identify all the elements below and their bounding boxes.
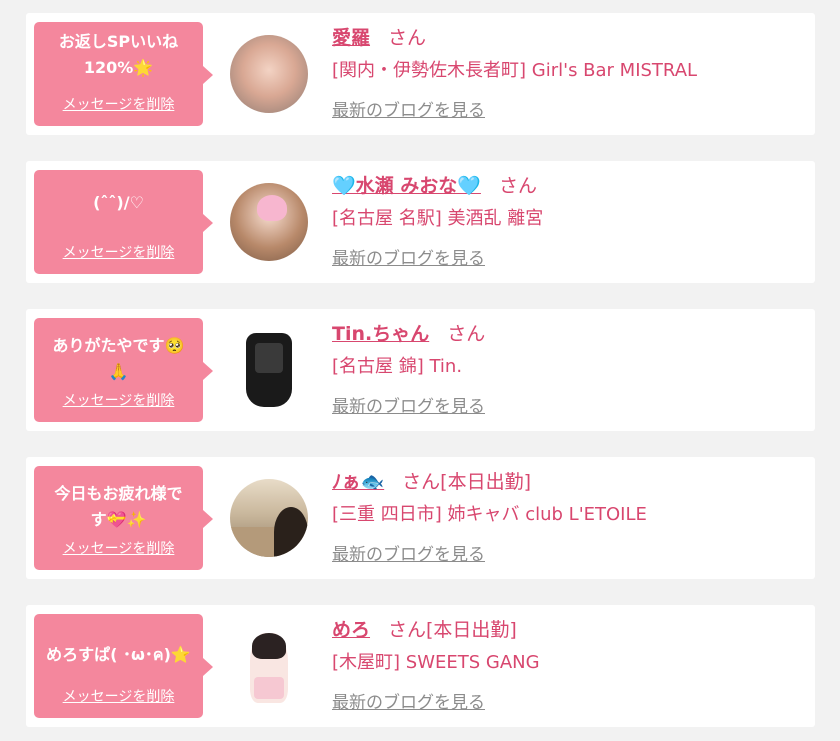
sender-name-link[interactable]: Tin.ちゃん (332, 323, 429, 345)
delete-message-link[interactable]: メッセージを削除 (34, 686, 203, 706)
avatar-figure (246, 333, 292, 407)
message-bubble: めろすぱ( ･ω･ค)⭐ メッセージを削除 (34, 614, 213, 718)
message-text: ありがたやです🥺 🙏 (52, 336, 185, 381)
sender-line: 愛羅 さん (332, 25, 426, 51)
message-text: お返しSPいいね 120%🌟 (58, 32, 179, 77)
avatar-figure (250, 633, 288, 703)
shop-info: [名古屋 錦] Tin. (332, 356, 463, 377)
avatar[interactable] (230, 479, 308, 557)
honorific-suffix: さん (447, 323, 486, 345)
latest-blog-link[interactable]: 最新のブログを見る (332, 543, 485, 567)
sender-name-link[interactable]: ﾉぁ🐟 (332, 471, 384, 493)
message-bubble: (ˆˆ)/♡ メッセージを削除 (34, 170, 213, 274)
message-text: 今日もお疲れ様で す💝✨ (54, 484, 183, 529)
avatar[interactable] (230, 331, 308, 409)
avatar-figure (274, 507, 308, 557)
sender-line: ﾉぁ🐟 さん[本日出勤] (332, 469, 531, 495)
shop-info: [三重 四日市] 姉キャバ club L'ETOILE (332, 504, 647, 525)
honorific-suffix: さん[本日出勤] (388, 619, 517, 641)
message-bubble: 今日もお疲れ様で す💝✨ メッセージを削除 (34, 466, 213, 570)
shop-info: [関内・伊勢佐木長者町] Girl's Bar MISTRAL (332, 60, 698, 81)
honorific-suffix: さん[本日出勤] (402, 471, 531, 493)
latest-blog-link[interactable]: 最新のブログを見る (332, 247, 485, 271)
sender-line: めろ さん[本日出勤] (332, 617, 517, 643)
avatar[interactable] (230, 35, 308, 113)
message-bubble: お返しSPいいね 120%🌟 メッセージを削除 (34, 22, 213, 126)
sender-name-link[interactable]: めろ (332, 619, 370, 641)
latest-blog-link[interactable]: 最新のブログを見る (332, 395, 485, 419)
sender-name-link[interactable]: 愛羅 (332, 27, 370, 49)
delete-message-link[interactable]: メッセージを削除 (34, 538, 203, 558)
avatar-face (255, 343, 283, 373)
honorific-suffix: さん (388, 27, 427, 49)
avatar[interactable] (230, 627, 308, 705)
message-text: めろすぱ( ･ω･ค)⭐ (46, 645, 191, 664)
avatar-background (230, 527, 280, 557)
latest-blog-link[interactable]: 最新のブログを見る (332, 691, 485, 715)
message-card: ありがたやです🥺 🙏 メッセージを削除 Tin.ちゃん さん [名古屋 錦] Ti… (26, 309, 815, 431)
message-card: お返しSPいいね 120%🌟 メッセージを削除 愛羅 さん [関内・伊勢佐木長者町… (26, 13, 815, 135)
avatar[interactable] (230, 183, 308, 261)
message-text: (ˆˆ)/♡ (93, 193, 144, 212)
message-card: めろすぱ( ･ω･ค)⭐ メッセージを削除 めろ さん[本日出勤] [木屋町] S… (26, 605, 815, 727)
delete-message-link[interactable]: メッセージを削除 (34, 94, 203, 114)
message-list: お返しSPいいね 120%🌟 メッセージを削除 愛羅 さん [関内・伊勢佐木長者町… (0, 0, 840, 741)
heart-sticker-icon (257, 195, 287, 221)
message-bubble: ありがたやです🥺 🙏 メッセージを削除 (34, 318, 213, 422)
avatar-hair (252, 633, 286, 659)
shop-info: [名古屋 名駅] 美酒乱 離宮 (332, 208, 544, 229)
sender-name-link[interactable]: 🩵水瀬 みおな🩵 (332, 175, 481, 197)
delete-message-link[interactable]: メッセージを削除 (34, 242, 203, 262)
shop-info: [木屋町] SWEETS GANG (332, 652, 540, 673)
honorific-suffix: さん (498, 175, 537, 197)
sender-line: Tin.ちゃん さん (332, 321, 485, 347)
message-card: 今日もお疲れ様で す💝✨ メッセージを削除 ﾉぁ🐟 さん[本日出勤] [三重 四日… (26, 457, 815, 579)
latest-blog-link[interactable]: 最新のブログを見る (332, 99, 485, 123)
avatar-outfit (254, 677, 284, 699)
sender-line: 🩵水瀬 みおな🩵 さん (332, 173, 537, 199)
delete-message-link[interactable]: メッセージを削除 (34, 390, 203, 410)
message-card: (ˆˆ)/♡ メッセージを削除 🩵水瀬 みおな🩵 さん [名古屋 名駅] 美酒乱 … (26, 161, 815, 283)
